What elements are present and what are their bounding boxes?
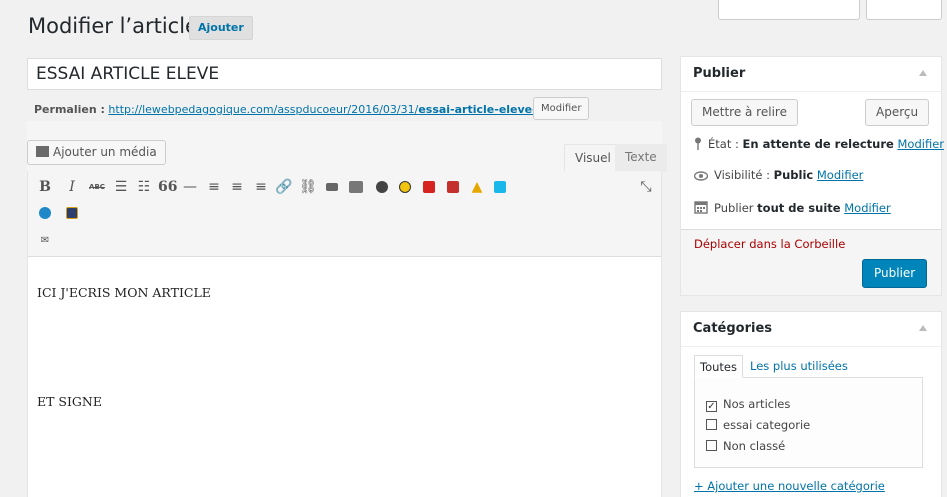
schedule-row: Publier tout de suite Modifier xyxy=(694,200,891,215)
page-title: Modifier l’article xyxy=(28,14,198,38)
visibility-edit-link[interactable]: Modifier xyxy=(817,168,864,182)
a-badge-icon[interactable] xyxy=(396,178,414,196)
visibility-label: Visibilité : xyxy=(714,168,770,182)
move-to-trash-link[interactable]: Déplacer dans la Corbeille xyxy=(694,237,845,251)
visibility-value: Public xyxy=(773,168,814,182)
status-edit-link[interactable]: Modifier xyxy=(898,137,945,151)
link-icon[interactable]: 🔗 xyxy=(275,178,293,196)
add-category-link[interactable]: + Ajouter une nouvelle catégorie xyxy=(694,479,885,493)
numbered-list-icon[interactable]: ☷ xyxy=(135,178,153,196)
align-left-icon[interactable]: ≡ xyxy=(205,178,223,196)
schedule-label: Publier xyxy=(714,201,754,215)
content-paragraph: ICI J'ECRIS MON ARTICLE xyxy=(37,285,211,300)
insert-more-icon[interactable] xyxy=(323,178,341,196)
add-media-label: Ajouter un média xyxy=(53,145,157,159)
publish-button[interactable]: Publier xyxy=(862,259,928,288)
flash-icon[interactable] xyxy=(373,178,391,196)
schedule-edit-link[interactable]: Modifier xyxy=(844,201,891,215)
category-item[interactable]: Non classé xyxy=(706,439,785,453)
play-circle-icon[interactable] xyxy=(36,204,54,222)
checkbox-icon[interactable] xyxy=(706,419,717,430)
horizontal-rule-icon[interactable]: — xyxy=(181,178,199,196)
align-right-icon[interactable]: ≡ xyxy=(252,178,270,196)
strikethrough-icon[interactable]: ABC xyxy=(88,178,106,196)
category-label: Non classé xyxy=(723,439,786,453)
post-title-input[interactable]: ESSAI ARTICLE ELEVE xyxy=(27,58,662,90)
permalink-label: Permalien : xyxy=(34,103,105,116)
calendar-icon xyxy=(694,200,708,214)
schedule-value: tout de suite xyxy=(757,201,841,215)
tab-popular-categories[interactable]: Les plus utilisées xyxy=(750,359,848,373)
eye-icon xyxy=(693,170,709,182)
vimeo-icon[interactable] xyxy=(491,178,509,196)
category-item[interactable]: essai categorie xyxy=(706,418,810,432)
tab-all-categories[interactable]: Toutes xyxy=(694,355,743,378)
category-label: essai categorie xyxy=(723,418,811,432)
add-media-button[interactable]: Ajouter un média xyxy=(27,140,166,165)
tab-visual[interactable]: Visuel xyxy=(564,144,622,172)
warning-icon[interactable]: ▲ xyxy=(468,178,486,196)
checkbox-icon[interactable] xyxy=(706,440,717,451)
bold-icon[interactable]: B xyxy=(36,178,54,196)
status-row: État : En attente de relecture Modifier xyxy=(694,137,944,151)
fullscreen-icon[interactable]: ⤡ xyxy=(637,178,655,196)
toolbar-toggle-icon[interactable] xyxy=(347,178,365,196)
categories-box-title: Catégories xyxy=(681,312,941,347)
save-for-review-button[interactable]: Mettre à relire xyxy=(691,99,798,126)
publish-box-title: Publier xyxy=(681,57,941,92)
preview-button[interactable]: Aperçu xyxy=(865,99,930,126)
visibility-row: Visibilité : Public Modifier xyxy=(693,168,864,182)
category-item[interactable]: ✓ Nos articles xyxy=(706,397,790,412)
permalink-slug: essai-article-eleve-2/ xyxy=(418,103,549,116)
email-icon[interactable]: ✉ xyxy=(36,232,54,250)
collapse-arrow-icon[interactable] xyxy=(919,325,927,331)
align-center-icon[interactable]: ≡ xyxy=(228,178,246,196)
pin-icon xyxy=(694,137,702,150)
permalink-url[interactable]: http://lewebpedagogique.com/asspducoeur/… xyxy=(108,103,548,116)
unlink-icon[interactable]: ⛓ xyxy=(299,178,317,196)
image-embed-icon[interactable] xyxy=(63,204,81,222)
tab-text[interactable]: Texte xyxy=(615,144,667,172)
help-button[interactable] xyxy=(866,0,942,20)
checkbox-checked-icon[interactable]: ✓ xyxy=(706,401,717,412)
status-label: État : xyxy=(708,137,739,151)
permalink-base: http://lewebpedagogique.com/asspducoeur/… xyxy=(108,103,419,116)
screen-options-button[interactable] xyxy=(718,0,860,20)
add-new-button[interactable]: Ajouter xyxy=(189,16,253,40)
flash-red-icon[interactable] xyxy=(420,178,438,196)
collapse-arrow-icon[interactable] xyxy=(919,70,927,76)
content-paragraph: ET SIGNE xyxy=(37,394,102,409)
permalink: Permalien : http://lewebpedagogique.com/… xyxy=(34,103,548,117)
italic-icon[interactable]: I xyxy=(63,178,81,196)
status-value: En attente de relecture xyxy=(742,137,894,151)
blockquote-icon[interactable]: 66 xyxy=(158,178,177,196)
permalink-edit-button[interactable]: Modifier xyxy=(533,97,590,120)
media-icon xyxy=(36,146,49,157)
bullet-list-icon[interactable]: ☰ xyxy=(112,178,130,196)
category-label: Nos articles xyxy=(723,397,791,411)
youtube-icon[interactable] xyxy=(444,178,462,196)
